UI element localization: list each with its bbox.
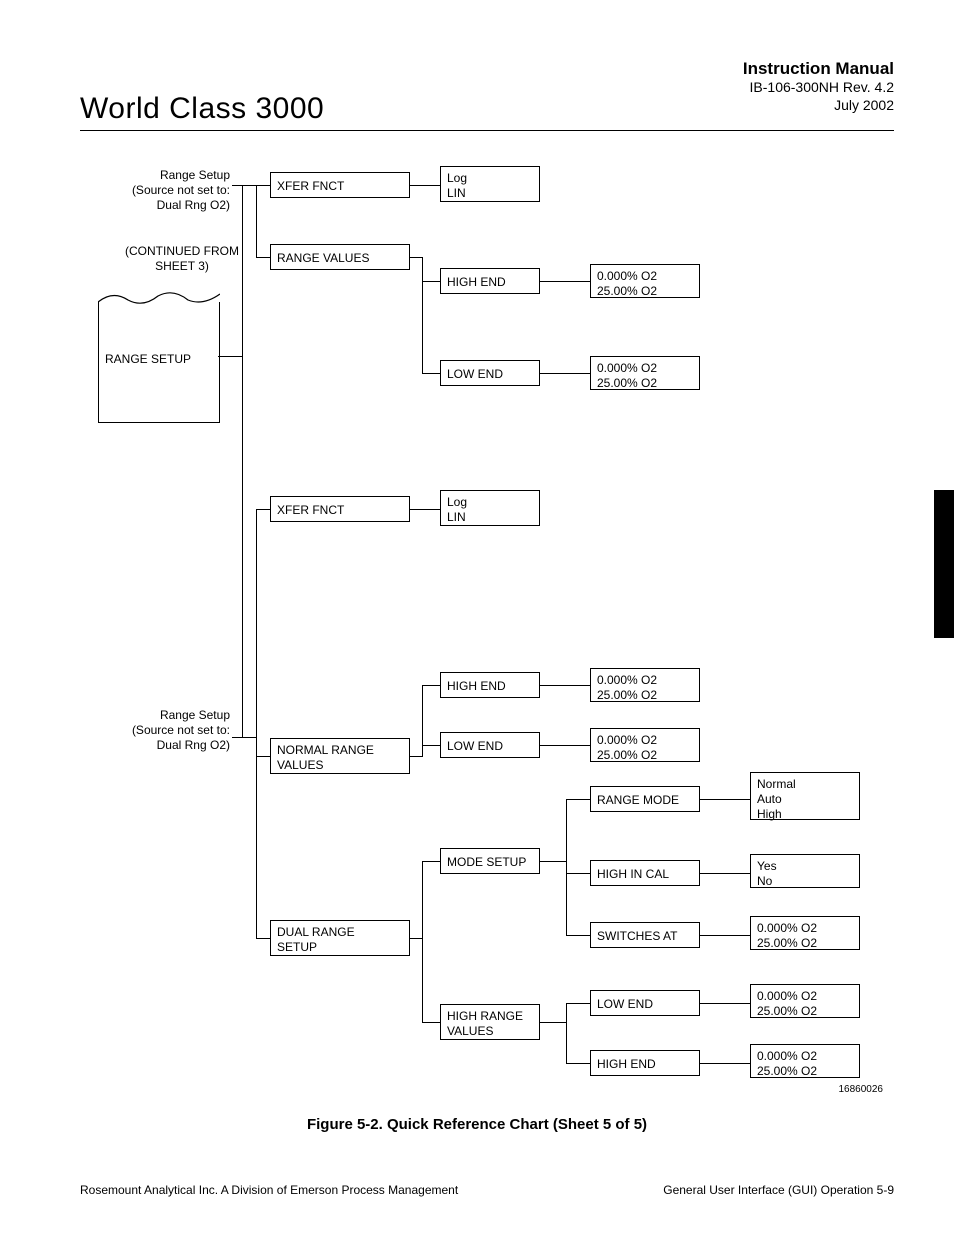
box-loglin-2: Log LIN xyxy=(440,490,540,526)
doc-date: July 2002 xyxy=(743,97,894,115)
box-o2-le-hr: 0.000% O2 25.00% O2 xyxy=(750,984,860,1018)
box-low-end-hr: LOW END xyxy=(590,990,700,1016)
box-o2-le2: 0.000% O2 25.00% O2 xyxy=(590,728,700,762)
box-high-in-cal: HIGH IN CAL xyxy=(590,860,700,886)
box-o2-he2: 0.000% O2 25.00% O2 xyxy=(590,668,700,702)
range-setup-label: RANGE SETUP xyxy=(105,352,191,366)
box-xfer-fnct-2: XFER FNCT xyxy=(270,496,410,522)
box-loglin-1: Log LIN xyxy=(440,166,540,202)
box-o2-sw: 0.000% O2 25.00% O2 xyxy=(750,916,860,950)
note-range-setup-top: Range Setup (Source not set to: Dual Rng… xyxy=(90,168,230,213)
footer-right: General User Interface (GUI) Operation 5… xyxy=(663,1183,894,1197)
drawing-number: 16860026 xyxy=(839,1084,884,1095)
box-normal-range-values: NORMAL RANGE VALUES xyxy=(270,738,410,774)
box-switches-at: SWITCHES AT xyxy=(590,922,700,948)
box-o2-he1: 0.000% O2 25.00% O2 xyxy=(590,264,700,298)
box-range-values: RANGE VALUES xyxy=(270,244,410,270)
doc-id: IB-106-300NH Rev. 4.2 xyxy=(743,79,894,97)
flowchart: Range Setup (Source not set to: Dual Rng… xyxy=(80,150,895,1090)
box-o2-he-hr: 0.000% O2 25.00% O2 xyxy=(750,1044,860,1078)
page-edge-tab xyxy=(934,490,954,638)
box-mode-setup: MODE SETUP xyxy=(440,848,540,874)
box-low-end-2: LOW END xyxy=(440,732,540,758)
note-range-setup-bot: Range Setup (Source not set to: Dual Rng… xyxy=(90,708,230,753)
box-high-end-hr: HIGH END xyxy=(590,1050,700,1076)
box-xfer-fnct-1: XFER FNCT xyxy=(270,172,410,198)
box-o2-le1: 0.000% O2 25.00% O2 xyxy=(590,356,700,390)
box-normal-auto-high: Normal Auto High xyxy=(750,772,860,820)
footer-left: Rosemount Analytical Inc. A Division of … xyxy=(80,1183,458,1197)
box-dual-range-setup: DUAL RANGE SETUP xyxy=(270,920,410,956)
box-low-end-1: LOW END xyxy=(440,360,540,386)
box-yes-no: Yes No xyxy=(750,854,860,888)
box-high-range-values: HIGH RANGE VALUES xyxy=(440,1004,540,1040)
box-high-end-2: HIGH END xyxy=(440,672,540,698)
box-range-setup: RANGE SETUP xyxy=(98,302,220,423)
page-header: Instruction Manual IB-106-300NH Rev. 4.2… xyxy=(80,58,894,131)
manual-label: Instruction Manual xyxy=(743,58,894,79)
box-high-end-1: HIGH END xyxy=(440,268,540,294)
figure-caption: Figure 5-2. Quick Reference Chart (Sheet… xyxy=(0,1116,954,1133)
note-continued: (CONTINUED FROM SHEET 3) xyxy=(112,244,252,274)
page-footer: Rosemount Analytical Inc. A Division of … xyxy=(80,1183,894,1197)
box-range-mode: RANGE MODE xyxy=(590,786,700,812)
